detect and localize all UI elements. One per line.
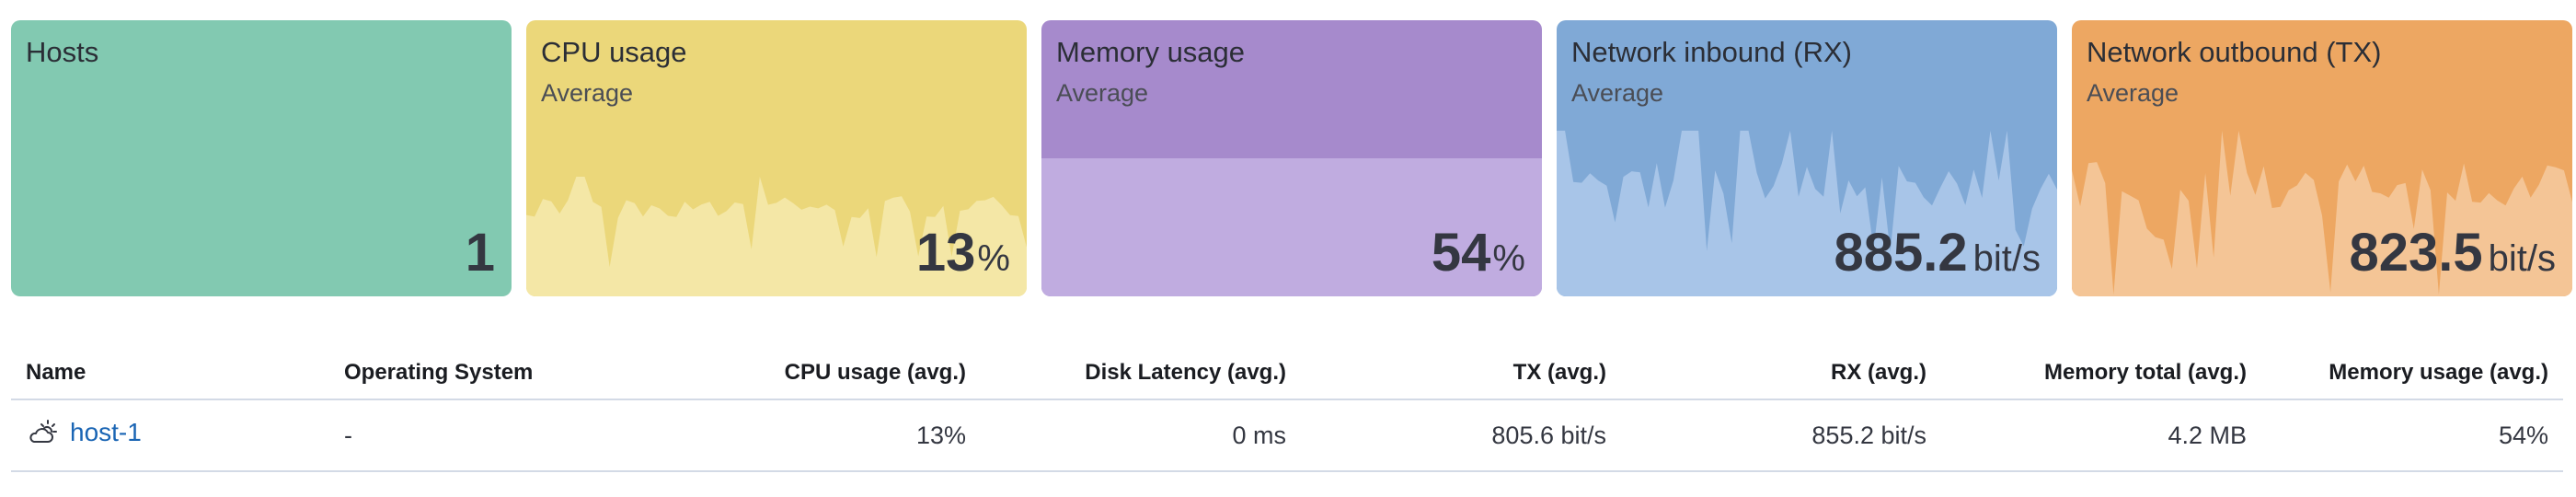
tile-network-outbound: Network outbound (TX) Average 823.5 bit/s xyxy=(2072,20,2572,296)
tile-value-number: 823.5 xyxy=(2349,223,2483,283)
tile-subtitle: Average xyxy=(1056,79,1149,107)
tile-memory-usage: Memory usage Average 54% xyxy=(1041,20,1542,296)
tile-title: Memory usage xyxy=(1056,36,1246,68)
cell-tx: 805.6 bit/s xyxy=(1301,399,1621,472)
tile-value: 885.2 bit/s xyxy=(1834,226,2041,280)
tile-value-unit: bit/s xyxy=(2488,238,2556,279)
column-header-disk-latency[interactable]: Disk Latency (avg.) xyxy=(981,346,1301,400)
column-header-tx[interactable]: TX (avg.) xyxy=(1301,346,1621,400)
tile-value-number: 885.2 xyxy=(1834,223,1968,283)
tile-value-unit: bit/s xyxy=(1972,238,2041,279)
table-header-row: Name Operating System CPU usage (avg.) D… xyxy=(11,346,2563,400)
metric-tiles: Hosts 1 CPU usage Average 13% Memory usa… xyxy=(11,20,2572,296)
cloud-sun-icon xyxy=(29,419,57,443)
tile-subtitle: Average xyxy=(2087,79,2179,107)
tile-hosts: Hosts 1 xyxy=(11,20,512,296)
column-header-memory-usage[interactable]: Memory usage (avg.) xyxy=(2261,346,2563,400)
cell-os: - xyxy=(329,399,661,472)
column-header-rx[interactable]: RX (avg.) xyxy=(1621,346,1941,400)
cell-memory-usage: 54% xyxy=(2261,399,2563,472)
cell-name: host-1 xyxy=(11,399,329,472)
tile-value: 823.5 bit/s xyxy=(2349,226,2556,280)
tile-value-number: 1 xyxy=(465,223,495,283)
tile-value-unit: % xyxy=(977,238,1010,279)
tile-value-unit: % xyxy=(1492,238,1525,279)
host-name: host-1 xyxy=(70,417,142,446)
tile-title: Network outbound (TX) xyxy=(2087,36,2382,68)
tile-cpu-usage: CPU usage Average 13% xyxy=(526,20,1027,296)
tile-subtitle: Average xyxy=(1571,79,1664,107)
cell-memory-total: 4.2 MB xyxy=(1941,399,2261,472)
column-header-name[interactable]: Name xyxy=(11,346,329,400)
tile-network-inbound: Network inbound (RX) Average 885.2 bit/s xyxy=(1557,20,2057,296)
tile-value: 54% xyxy=(1432,226,1525,280)
tile-title: Hosts xyxy=(26,36,99,68)
column-header-cpu[interactable]: CPU usage (avg.) xyxy=(661,346,981,400)
tile-value: 1 xyxy=(466,226,495,280)
tile-title: Network inbound (RX) xyxy=(1571,36,1852,68)
tile-value-number: 13 xyxy=(915,223,976,283)
tile-value: 13% xyxy=(916,226,1010,280)
tile-title: CPU usage xyxy=(541,36,687,68)
tile-value-number: 54 xyxy=(1431,223,1491,283)
cell-rx: 855.2 bit/s xyxy=(1621,399,1941,472)
host-link[interactable]: host-1 xyxy=(26,417,142,448)
hosts-table: Name Operating System CPU usage (avg.) D… xyxy=(11,346,2563,472)
tile-subtitle: Average xyxy=(541,79,634,107)
column-header-memory-total[interactable]: Memory total (avg.) xyxy=(1941,346,2261,400)
table-row: host-1 - 13% 0 ms 805.6 bit/s 855.2 bit/… xyxy=(11,399,2563,472)
cell-cpu: 13% xyxy=(661,399,981,472)
cell-disk-latency: 0 ms xyxy=(981,399,1301,472)
column-header-os[interactable]: Operating System xyxy=(329,346,661,400)
